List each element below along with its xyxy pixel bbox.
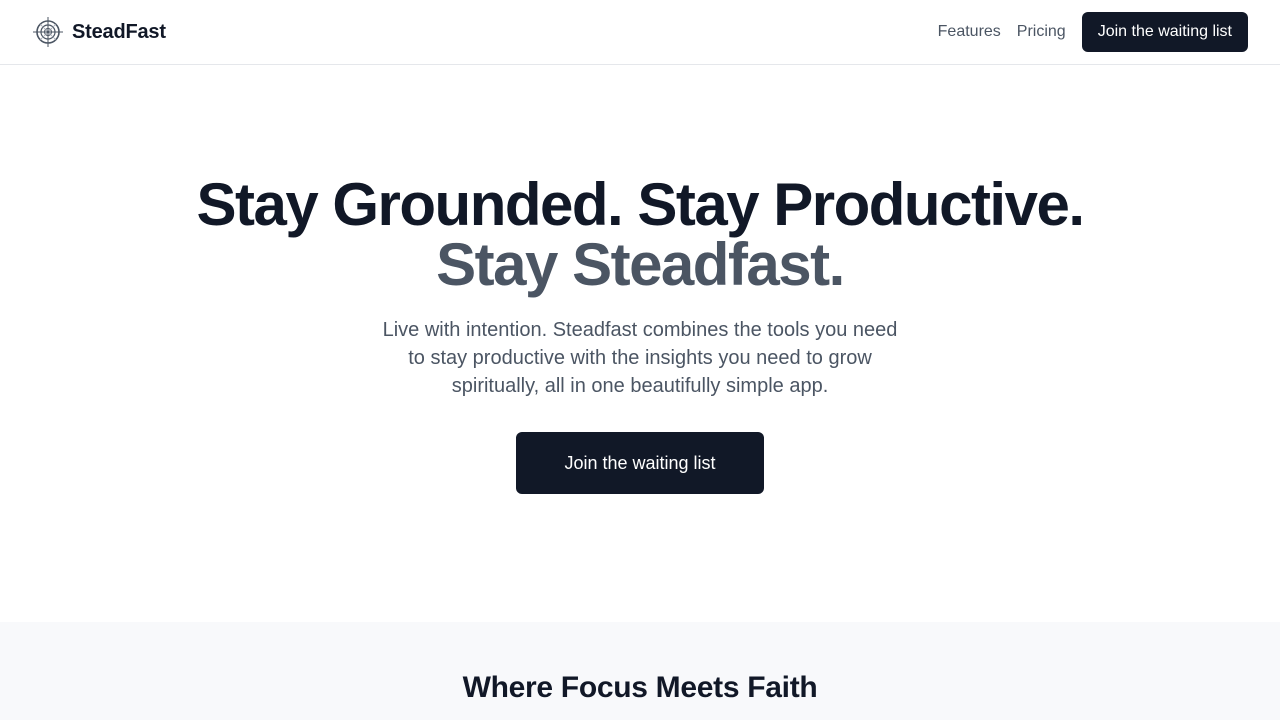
brand[interactable]: SteadFast (32, 16, 166, 48)
brand-name: SteadFast (72, 20, 166, 43)
hero-title: Stay Grounded. Stay Productive. Stay Ste… (0, 175, 1280, 295)
nav-links: Features Pricing Join the waiting list (938, 12, 1248, 52)
hero-section: Stay Grounded. Stay Productive. Stay Ste… (0, 65, 1280, 622)
nav-join-waitlist-button[interactable]: Join the waiting list (1081, 12, 1248, 52)
nav-link-features[interactable]: Features (938, 23, 1001, 41)
hero-subtitle: Live with intention. Steadfast combines … (382, 319, 898, 397)
nav-link-pricing[interactable]: Pricing (1017, 23, 1066, 41)
hero-join-waitlist-button[interactable]: Join the waiting list (516, 432, 764, 494)
hero-title-line2: Stay Steadfast. (436, 231, 845, 298)
compass-logo-icon (33, 17, 63, 47)
hero-title-line1: Stay Grounded. Stay Productive. (196, 171, 1085, 238)
features-title: Where Focus Meets Faith (462, 671, 818, 704)
features-section: Where Focus Meets Faith (0, 622, 1280, 720)
top-navbar: SteadFast Features Pricing Join the wait… (0, 0, 1280, 65)
